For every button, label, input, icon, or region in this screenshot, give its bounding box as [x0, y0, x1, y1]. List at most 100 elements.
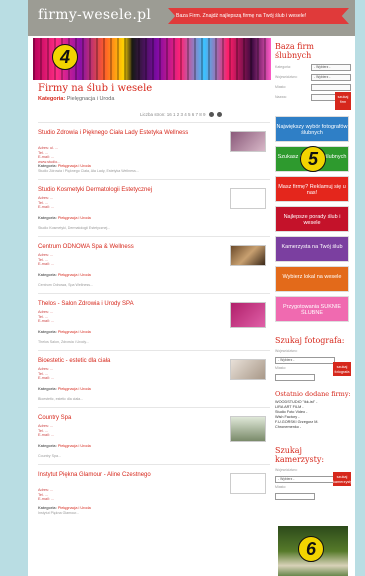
listing-details: Adres: ... Tel. ... E-mail: ... — [38, 310, 55, 324]
listing-details: Adres: ... Tel. ... E-mail: ... — [38, 253, 55, 267]
badge-5: 5 — [300, 146, 326, 172]
breadcrumb: Kategoria: Pielęgnacja i Uroda — [38, 96, 114, 102]
list-item: Centrum ODNOWA Spa & Wellness Adres: ...… — [38, 236, 270, 293]
camera-search-title: Szukaj kamerzysty: — [275, 446, 325, 464]
pagination-prev-icon[interactable] — [208, 112, 214, 118]
listing-title[interactable]: Thelos - Salon Zdrowia i Urody SPA — [38, 300, 214, 308]
category-link[interactable]: Pielęgnacja i Uroda — [58, 216, 91, 220]
ad-photographers[interactable]: Największy wybór fotografów ślubnych — [275, 116, 349, 142]
listing-title[interactable]: Studio Kosmetyki Dermatologii Estetyczne… — [38, 186, 214, 194]
listing-thumbnail[interactable] — [230, 359, 266, 380]
listing-thumbnail[interactable] — [230, 245, 266, 266]
photographer-city-input[interactable] — [275, 374, 315, 381]
listing-tags: Centrum Odnowa, Spa Wellness... — [38, 283, 94, 287]
badge-4: 4 — [52, 44, 78, 70]
listing-tags: Bioestetic, estetic dla ciała... — [38, 397, 84, 401]
listing-category: Kategoria: Pielęgnacja i Uroda — [38, 444, 91, 448]
recent-companies: Ostatnio dodane firmy: WOODSTUDIO "ikk-i… — [275, 390, 351, 430]
listing-thumbnail[interactable] — [230, 473, 266, 494]
search-photographer-button[interactable]: szukaj fotografa — [333, 362, 351, 376]
recent-title: Ostatnio dodane firmy: — [275, 390, 351, 398]
pagination[interactable]: Liczba stron: 16 1 2 3 4 5 6 7 8 9 — [140, 112, 270, 118]
category-select[interactable]: - Wybierz - — [311, 64, 351, 71]
category-link[interactable]: Pielęgnacja i Uroda — [58, 164, 91, 168]
listing-list: Studio Zdrowia i Pięknego Ciała Lady Est… — [38, 122, 270, 521]
field-label: Miasto: — [275, 85, 287, 89]
category-link[interactable]: Pielęgnacja i Uroda — [58, 330, 91, 334]
ad-text: Największy wybór fotografów ślubnych — [276, 124, 348, 136]
category-label: Kategoria: — [38, 387, 57, 391]
field-region: Województwo: - Wybierz - — [275, 74, 351, 83]
page-title: Firmy na ślub i wesele — [38, 83, 153, 94]
recent-item[interactable]: Chronemenko - — [275, 425, 351, 430]
listing-title[interactable]: Instytut Piękna Glamour - Aline Czestneg… — [38, 471, 214, 479]
camera-city-input[interactable] — [275, 493, 315, 500]
ad-text: Wybierz lokal na wesele — [282, 274, 342, 280]
sidebar: Baza firm ślubnych Kategoria: - Wybierz … — [271, 36, 355, 576]
photographer-search: Szukaj fotografa: Województwo: - Wybierz… — [275, 336, 351, 381]
ad-text: Przygotowania SUKNIE ŚLUBNE — [282, 304, 342, 316]
listing-thumbnail[interactable] — [230, 302, 266, 328]
ad-text: Masz firmę? Reklamuj się u nas! — [278, 184, 346, 196]
camera-search: Szukaj kamerzysty: Województwo: - Wybier… — [275, 446, 352, 500]
photographer-search-title: Szukaj fotografa: — [275, 336, 345, 345]
category-label: Kategoria: — [38, 330, 57, 334]
listing-title[interactable]: Country Spa — [38, 414, 214, 422]
listing-title[interactable]: Bioestetic - estetic dla ciała — [38, 357, 214, 365]
camera-region-select[interactable]: - Wybierz - — [275, 476, 335, 483]
listing-thumbnail[interactable] — [230, 416, 266, 442]
category-link[interactable]: Pielęgnacja i Uroda — [58, 444, 91, 448]
category-link[interactable]: Pielęgnacja i Uroda — [58, 506, 91, 510]
field-category: Kategoria: - Wybierz - — [275, 64, 351, 73]
listing-details: Adres: ul. ... Tel. ... E-mail: ... www.… — [38, 146, 61, 164]
photographer-region-select[interactable]: - Wybierz - — [275, 357, 335, 364]
listing-thumbnail[interactable] — [230, 131, 266, 152]
search-companies-button[interactable]: szukaj firm — [335, 92, 351, 110]
listing-title[interactable]: Centrum ODNOWA Spa & Wellness — [38, 243, 214, 251]
listing-category: Kategoria: Pielęgnacja i Uroda — [38, 216, 91, 220]
listing-tags: Instytut Piękna Glamour... — [38, 511, 80, 515]
category-label: Kategoria: — [38, 273, 57, 277]
header-ribbon: Baza Firm. Znajdź najlepszą firmę na Twó… — [168, 8, 349, 24]
listing-tags: Country Spa... — [38, 454, 61, 458]
listing-category: Kategoria: Pielęgnacja i Uroda — [38, 273, 91, 277]
pagination-text[interactable]: Liczba stron: 16 1 2 3 4 5 6 7 8 9 — [140, 112, 206, 117]
breadcrumb-label: Kategoria: — [38, 96, 66, 102]
category-label: Kategoria: — [38, 506, 57, 510]
site-logo[interactable]: firmy-wesele.pl — [38, 7, 151, 23]
field-label: Województwo: — [275, 75, 298, 79]
field-label: Kategoria: — [275, 65, 291, 69]
search-camera-button[interactable]: szukaj kamerzysty — [333, 472, 352, 486]
listing-title[interactable]: Studio Zdrowia i Pięknego Ciała Lady Est… — [38, 129, 214, 137]
region-select[interactable]: - Wybierz - — [311, 74, 351, 81]
badge-6: 6 — [298, 536, 324, 562]
listing-tags: Thelos Salon, Zdrowia i Urody... — [38, 340, 89, 344]
listing-category: Kategoria: Pielęgnacja i Uroda — [38, 387, 91, 391]
breadcrumb-value[interactable]: Pielęgnacja i Uroda — [67, 96, 115, 102]
company-search: Baza firm ślubnych Kategoria: - Wybierz … — [275, 42, 351, 110]
list-item: Studio Zdrowia i Pięknego Ciała Lady Est… — [38, 122, 270, 179]
list-item: Thelos - Salon Zdrowia i Urody SPA Adres… — [38, 293, 270, 350]
ad-advertise[interactable]: Masz firmę? Reklamuj się u nas! — [275, 176, 349, 202]
list-item: Studio Kosmetyki Dermatologii Estetyczne… — [38, 179, 270, 236]
category-label: Kategoria: — [38, 216, 57, 220]
field-label: Województwo: — [275, 468, 298, 472]
list-item: Instytut Piękna Glamour - Aline Czestneg… — [38, 464, 270, 521]
ad-camera[interactable]: Kamerzysta na Twój ślub — [275, 236, 349, 262]
ad-venue[interactable]: Wybierz lokal na wesele — [275, 266, 349, 292]
listing-category: Kategoria: Pielęgnacja i Uroda — [38, 506, 91, 510]
category-link[interactable]: Pielęgnacja i Uroda — [58, 273, 91, 277]
category-label: Kategoria: — [38, 164, 57, 168]
listing-details: Adres: ... Tel. ... E-mail: ... — [38, 367, 55, 381]
city-input[interactable] — [311, 84, 351, 91]
list-item: Bioestetic - estetic dla ciała Adres: ..… — [38, 350, 270, 407]
listing-category: Kategoria: Pielęgnacja i Uroda — [38, 330, 91, 334]
category-link[interactable]: Pielęgnacja i Uroda — [58, 387, 91, 391]
ad-wedding-dresses[interactable]: Przygotowania SUKNIE ŚLUBNE — [275, 296, 349, 322]
listing-thumbnail[interactable] — [230, 188, 266, 209]
pagination-next-icon[interactable] — [217, 112, 223, 118]
field-label: Nazwa: — [275, 95, 287, 99]
ad-advice[interactable]: Najlepsze porady ślub i wesele — [275, 206, 349, 232]
category-label: Kategoria: — [38, 444, 57, 448]
listing-details: Adres: ... Tel. ... E-mail: ... — [38, 196, 55, 210]
